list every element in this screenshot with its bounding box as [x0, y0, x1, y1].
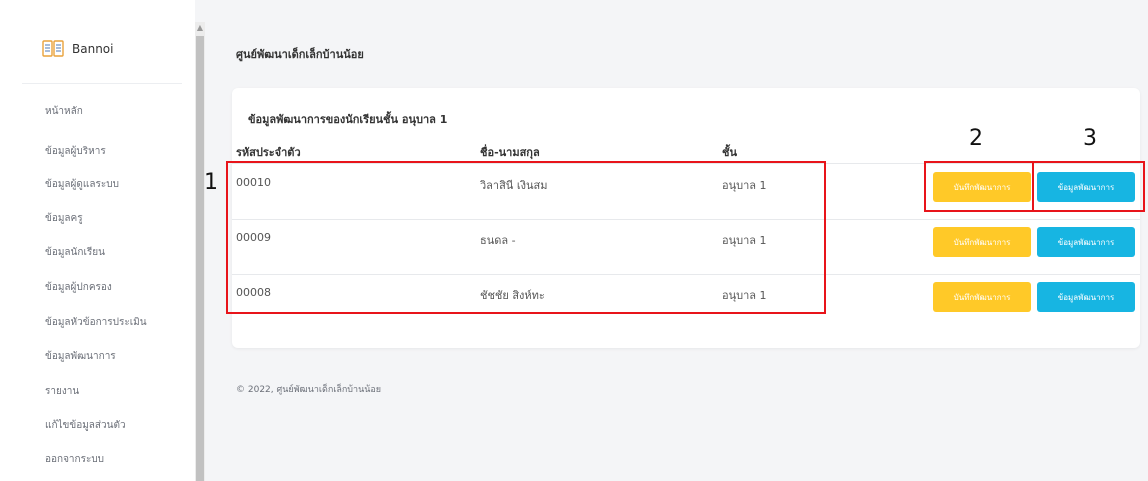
annotation-label-3: 3	[1083, 126, 1097, 151]
sidebar-item-admins[interactable]: ข้อมูลผู้ดูแลระบบ	[45, 177, 119, 192]
sidebar: Bannoi หน้าหลัก ข้อมูลผู้บริหาร ข้อมูลผู…	[0, 0, 195, 481]
annotation-label-1: 1	[204, 170, 218, 195]
column-header-id: รหัสประจำตัว	[236, 146, 301, 159]
annotation-label-2: 2	[969, 126, 983, 151]
annotation-box-record	[924, 161, 1034, 212]
sidebar-item-reports[interactable]: รายงาน	[45, 384, 79, 399]
sidebar-item-development[interactable]: ข้อมูลพัฒนาการ	[45, 349, 116, 364]
annotation-box-rows	[226, 161, 826, 314]
scroll-up-icon[interactable]: ▲	[195, 22, 205, 34]
column-header-name: ชื่อ-นามสกุล	[480, 146, 540, 159]
sidebar-item-logout[interactable]: ออกจากระบบ	[45, 452, 104, 467]
record-development-button[interactable]: บันทึกพัฒนาการ	[933, 282, 1031, 312]
brand[interactable]: Bannoi	[42, 39, 113, 59]
record-development-button[interactable]: บันทึกพัฒนาการ	[933, 227, 1031, 257]
brand-name: Bannoi	[72, 42, 114, 56]
sidebar-item-home[interactable]: หน้าหลัก	[45, 104, 83, 119]
sidebar-scrollbar[interactable]: ▲	[195, 22, 205, 481]
sidebar-item-students[interactable]: ข้อมูลนักเรียน	[45, 245, 105, 260]
column-header-class: ชั้น	[722, 146, 737, 159]
card-title: ข้อมูลพัฒนาการของนักเรียนชั้น อนุบาล 1	[248, 113, 448, 126]
scrollbar-thumb[interactable]	[196, 36, 204, 481]
sidebar-item-assessment-topics[interactable]: ข้อมูลหัวข้อการประเมิน	[45, 315, 147, 330]
sidebar-item-executives[interactable]: ข้อมูลผู้บริหาร	[45, 144, 106, 159]
sidebar-item-parents[interactable]: ข้อมูลผู้ปกครอง	[45, 280, 112, 295]
sidebar-item-edit-profile[interactable]: แก้ไขข้อมูลส่วนตัว	[45, 418, 126, 433]
development-info-button[interactable]: ข้อมูลพัฒนาการ	[1037, 282, 1135, 312]
footer-copyright: © 2022, ศูนย์พัฒนาเด็กเล็กบ้านน้อย	[236, 385, 382, 395]
divider	[22, 83, 182, 84]
book-icon	[42, 40, 64, 57]
sidebar-item-teachers[interactable]: ข้อมูลครู	[45, 211, 83, 226]
development-info-button[interactable]: ข้อมูลพัฒนาการ	[1037, 227, 1135, 257]
page-title: ศูนย์พัฒนาเด็กเล็กบ้านน้อย	[236, 48, 364, 61]
annotation-box-info	[1032, 161, 1145, 212]
